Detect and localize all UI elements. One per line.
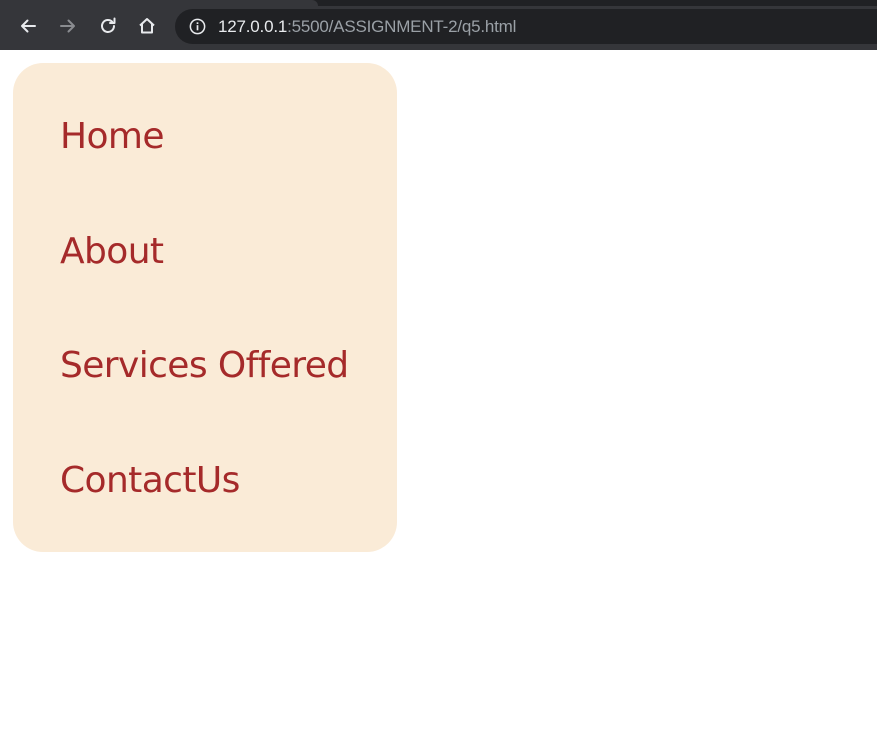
page-content: Home About Services Offered ContactUs [0,50,877,738]
forward-button[interactable] [53,11,83,41]
nav-link-home[interactable]: Home [60,115,165,159]
tab-strip [0,0,877,6]
back-button[interactable] [13,11,43,41]
forward-arrow-icon [60,19,75,33]
home-icon [139,18,155,34]
url-path: :5500/ASSIGNMENT-2/q5.html [287,17,517,36]
nav-menu: Home About Services Offered ContactUs [13,63,397,552]
reload-button[interactable] [93,11,123,41]
back-arrow-icon [21,19,36,33]
url-host: 127.0.0.1 [218,17,288,36]
url-text[interactable]: 127.0.0.1:5500/ASSIGNMENT-2/q5.html [218,17,516,36]
nav-link-about[interactable]: About [60,230,164,274]
active-tab[interactable] [0,0,318,6]
info-circle-icon[interactable] [188,17,207,36]
address-bar[interactable]: 127.0.0.1:5500/ASSIGNMENT-2/q5.html [175,9,877,44]
home-button[interactable] [132,11,162,41]
reload-icon [101,17,116,33]
nav-link-services-offered[interactable]: Services Offered [60,344,349,388]
nav-link-contactus[interactable]: ContactUs [60,459,240,503]
browser-toolbar: 127.0.0.1:5500/ASSIGNMENT-2/q5.html [0,0,877,50]
